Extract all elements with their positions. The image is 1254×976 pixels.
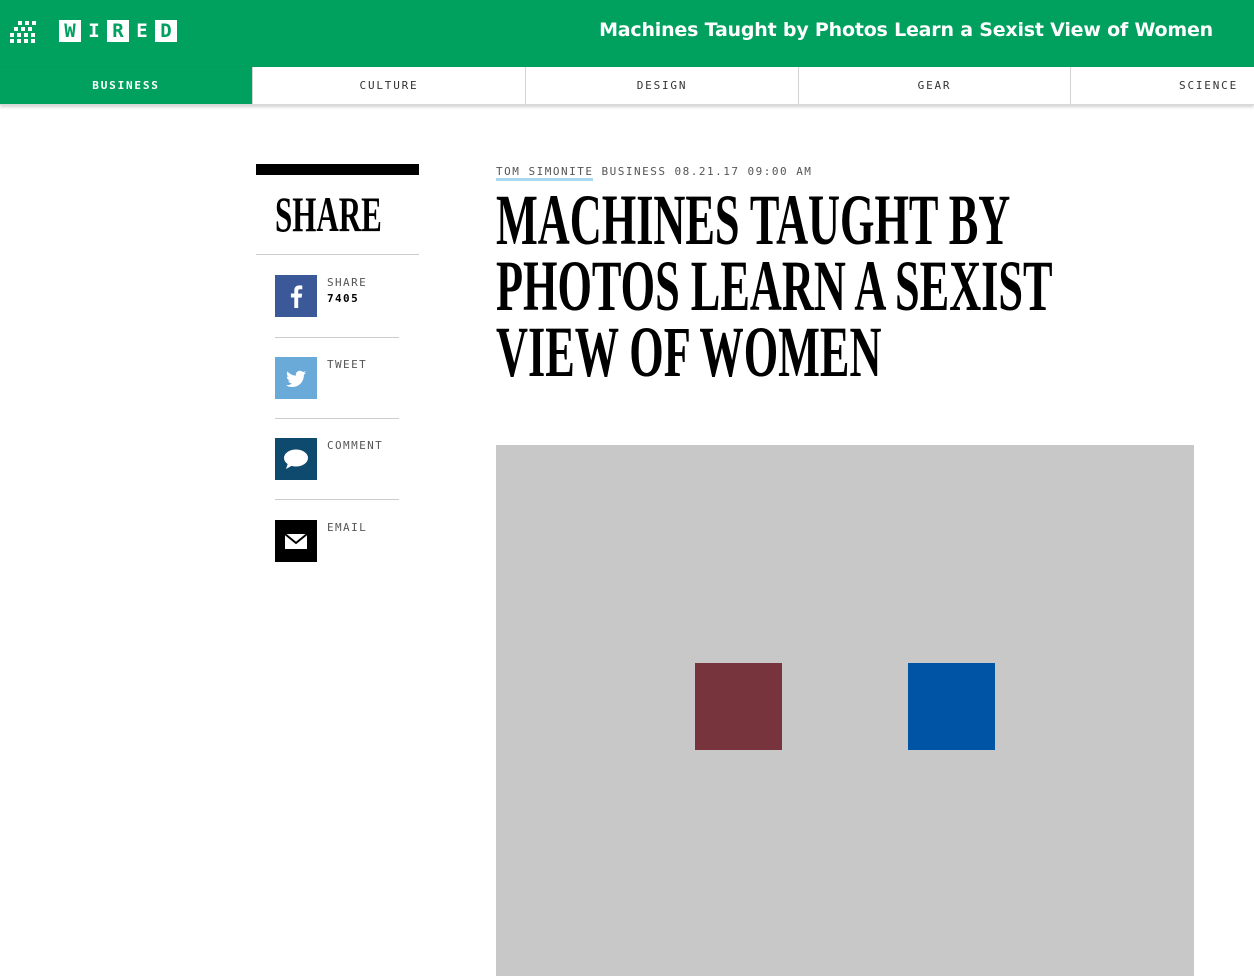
tab-business[interactable]: BUSINESS	[0, 67, 252, 104]
comment-label: COMMENT	[327, 439, 384, 452]
publish-date: 08.21.17	[674, 165, 740, 178]
share-item-divider	[275, 337, 399, 338]
hero-image	[496, 445, 1194, 976]
header-article-title: Machines Taught by Photos Learn a Sexist…	[599, 19, 1213, 41]
share-heading: SHARE	[275, 186, 382, 242]
tweet-button[interactable]: TWEET	[275, 357, 399, 399]
share-top-rule	[256, 164, 419, 175]
email-button[interactable]: EMAIL	[275, 520, 399, 562]
share-item-divider	[275, 418, 399, 419]
facebook-share-button[interactable]: SHARE 7405	[275, 275, 399, 317]
page: W I R E D Machines Taught by Photos Lear…	[0, 0, 1254, 976]
publish-time: 09:00 AM	[747, 165, 813, 178]
share-item-divider	[275, 499, 399, 500]
article-byline: TOM SIMONITE BUSINESS 08.21.17 09:00 AM	[496, 165, 813, 181]
logo-letter: W	[59, 20, 81, 42]
author-link[interactable]: TOM SIMONITE	[496, 165, 594, 181]
hero-square-left	[695, 663, 782, 750]
category-link[interactable]: BUSINESS	[601, 165, 666, 178]
grid-menu-icon[interactable]	[10, 21, 36, 43]
facebook-icon	[275, 275, 317, 317]
tab-science[interactable]: SCIENCE	[1070, 67, 1254, 104]
facebook-share-label: SHARE	[327, 276, 368, 289]
wired-logo[interactable]: W I R E D	[59, 20, 177, 42]
section-nav: BUSINESS CULTURE DESIGN GEAR SCIENCE	[0, 67, 1254, 105]
site-header: W I R E D Machines Taught by Photos Lear…	[0, 0, 1254, 67]
tab-culture[interactable]: CULTURE	[252, 67, 525, 104]
hero-square-right	[908, 663, 995, 750]
comment-button[interactable]: COMMENT	[275, 438, 399, 480]
logo-letter: I	[88, 20, 100, 42]
logo-letter: R	[107, 20, 129, 42]
twitter-icon	[275, 357, 317, 399]
tab-design[interactable]: DESIGN	[525, 67, 798, 104]
tweet-label: TWEET	[327, 358, 368, 371]
comment-icon	[275, 438, 317, 480]
email-icon	[275, 520, 317, 562]
email-label: EMAIL	[327, 521, 368, 534]
tab-gear[interactable]: GEAR	[798, 67, 1070, 104]
logo-letter: E	[136, 20, 148, 42]
share-divider	[256, 254, 419, 255]
facebook-share-count: 7405	[327, 292, 360, 305]
article-title: Machines Taught by Photos Learn a Sexist…	[496, 180, 1052, 392]
logo-letter: D	[155, 20, 177, 42]
